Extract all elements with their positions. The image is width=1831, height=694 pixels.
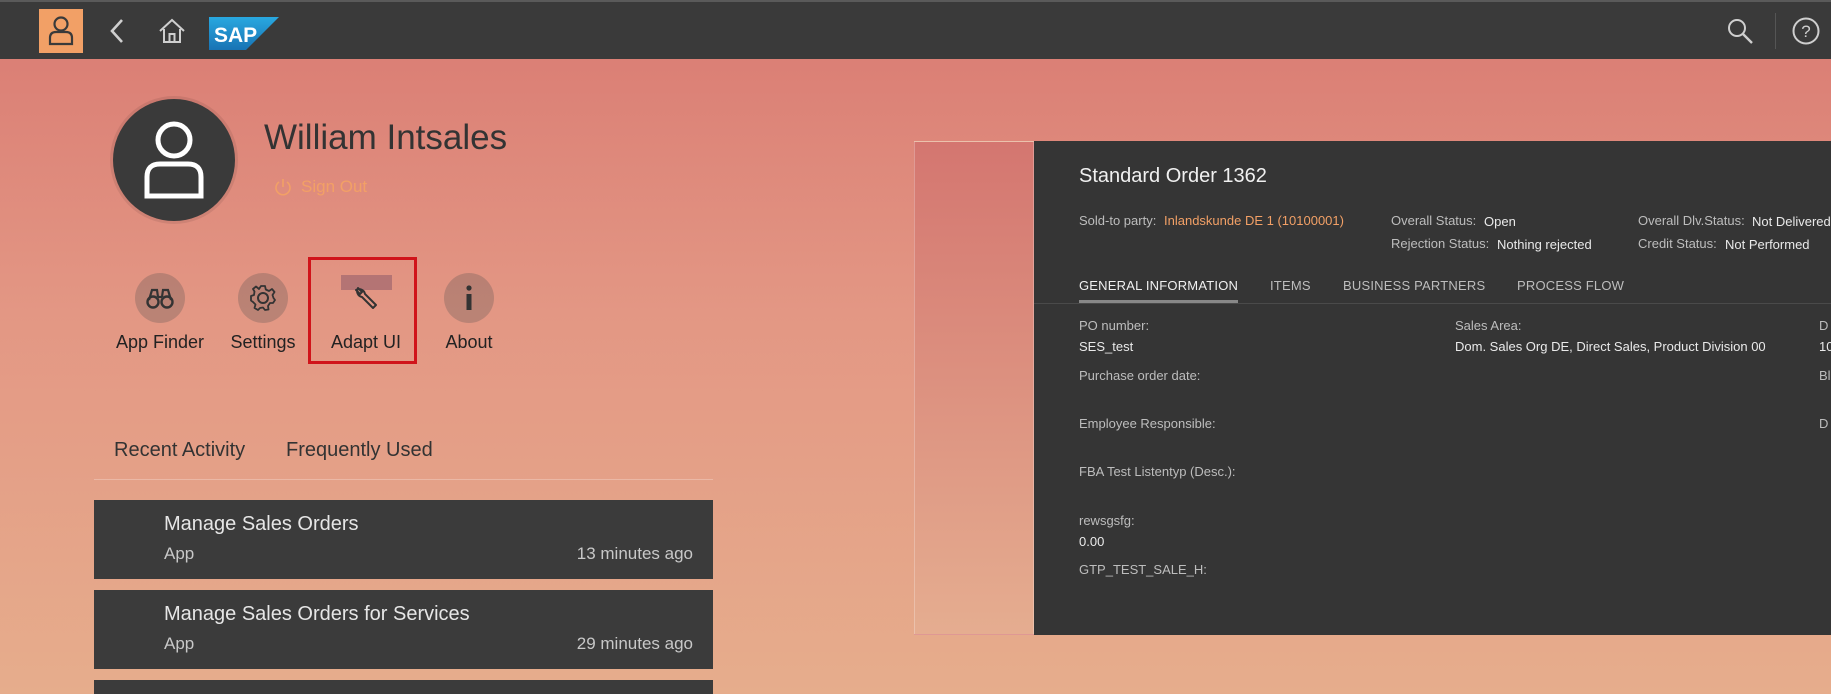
sold-to-value[interactable]: Inlandskunde DE 1 (10100001) [1164,213,1344,228]
adapt-ui-highlight-box [308,257,417,364]
list-item[interactable]: Manage Sales Orders for Services App 29 … [94,590,713,669]
sap-logo[interactable]: SAP [209,17,279,55]
sign-out-link[interactable]: Sign Out [273,177,367,197]
home-button[interactable] [150,9,194,53]
tab-items[interactable]: ITEMS [1270,278,1311,293]
back-button[interactable] [95,9,139,53]
cut-off-value: 10 [1819,339,1831,354]
rewsgsfg-value: 0.00 [1079,534,1105,549]
sales-area-label: Sales Area: [1455,318,1522,333]
app-finder-button[interactable]: App Finder [105,273,215,353]
toolbar-divider [1775,13,1776,49]
sales-area-value: Dom. Sales Org DE, Direct Sales, Product… [1455,339,1766,354]
tab-general-information[interactable]: GENERAL INFORMATION [1079,278,1238,293]
po-number-value: SES_test [1079,339,1134,354]
activity-time: 13 minutes ago [576,544,693,563]
power-icon [275,179,291,196]
cut-off-label: D [1819,416,1829,431]
list-item[interactable] [94,680,713,694]
settings-label: Settings [230,332,296,352]
user-avatar-icon [144,121,204,199]
background-app-preview: Standard Order 1362 Sold-to party: Inlan… [1034,141,1831,635]
avatar [113,99,235,221]
app-finder-label: App Finder [115,332,205,352]
settings-button[interactable]: Settings [208,273,318,353]
tab-process-flow[interactable]: PROCESS FLOW [1517,278,1624,293]
user-name: William Intsales [264,118,508,157]
rejection-status-value: Nothing rejected [1497,237,1592,252]
activity-title: Manage Sales Orders for Services [164,603,470,625]
sign-out-label: Sign Out [301,177,368,196]
search-icon [1728,19,1753,44]
overall-status-label: Overall Status: [1391,213,1477,228]
help-button[interactable]: ? [1784,9,1828,53]
shell-bar: SAP ? [0,0,1831,59]
help-icon: ? [1792,17,1820,45]
delivery-status-label: Overall Dlv.Status: [1638,213,1745,228]
po-number-label: PO number: [1079,318,1150,333]
activity-type: App [164,634,195,653]
sold-to-label: Sold-to party: [1079,213,1157,228]
user-menu-button[interactable] [39,9,83,53]
rejection-status-label: Rejection Status: [1391,236,1490,251]
rewsgsfg-label: rewsgsfg: [1079,513,1135,528]
about-label: About [445,332,493,352]
activity-type: App [164,544,195,563]
user-icon [48,16,74,46]
active-tab-indicator [1079,300,1238,303]
order-title: Standard Order 1362 [1079,165,1267,187]
credit-status-label: Credit Status: [1638,236,1717,251]
activity-title: Manage Sales Orders [164,513,359,535]
gear-icon [250,285,276,311]
home-icon [159,18,185,43]
gtp-test-label: GTP_TEST_SALE_H: [1079,562,1207,577]
binoculars-icon [146,288,174,309]
about-button[interactable]: About [414,273,524,353]
delivery-status-value: Not Delivered [1752,214,1831,229]
employee-responsible-label: Employee Responsible: [1079,416,1216,431]
cut-off-label: D [1819,318,1829,333]
background-app-left-panel [914,141,1034,635]
activity-time: 29 minutes ago [576,634,693,653]
purchase-date-label: Purchase order date: [1079,368,1201,383]
tab-recent-activity[interactable]: Recent Activity [114,439,245,462]
tab-business-partners[interactable]: BUSINESS PARTNERS [1343,278,1485,293]
back-icon [110,19,123,43]
list-item[interactable]: Manage Sales Orders App 13 minutes ago [94,500,713,579]
svg-text:SAP: SAP [214,24,257,47]
info-icon [466,285,472,310]
fba-listentyp-label: FBA Test Listentyp (Desc.): [1079,464,1236,479]
overall-status-value: Open [1484,214,1516,229]
cut-off-label: Bl [1819,368,1831,383]
credit-status-value: Not Performed [1725,237,1810,252]
svg-text:?: ? [1801,22,1810,41]
tab-frequently-used[interactable]: Frequently Used [286,439,433,462]
activity-tabs: Recent Activity Frequently Used [94,425,713,480]
search-button[interactable] [1718,9,1762,53]
